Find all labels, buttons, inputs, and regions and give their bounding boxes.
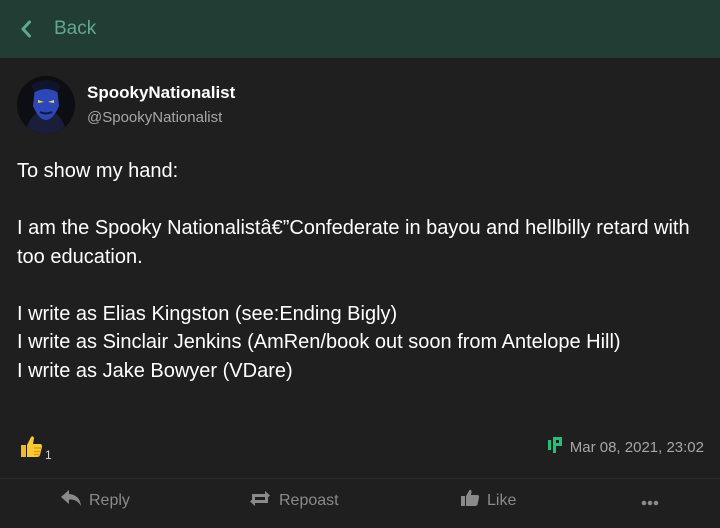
more-options-button[interactable]	[641, 493, 659, 511]
post-line: I write as Jake Bowyer (VDare)	[17, 359, 293, 382]
post-line: I write as Sinclair Jenkins (AmRen/book …	[17, 331, 621, 353]
post-line: To show my hand:	[17, 160, 179, 182]
repost-label: Repoast	[279, 491, 339, 509]
gab-app-icon	[546, 436, 564, 459]
display-name[interactable]: SpookyNationalist	[87, 82, 235, 104]
reply-icon	[60, 489, 82, 512]
post-body: To show my hand: I am the Spooky Nationa…	[17, 157, 707, 385]
back-label: Back	[54, 18, 97, 39]
avatar[interactable]	[17, 76, 75, 134]
reply-button[interactable]: Reply	[60, 489, 130, 512]
post-timestamp[interactable]: Mar 08, 2021, 23:02	[570, 439, 704, 456]
repost-button[interactable]: Repoast	[248, 489, 339, 512]
post-line: I write as Elias Kingston (see:Ending Bi…	[17, 302, 398, 325]
post-line: I am the Spooky Nationalistâ€”Confederat…	[17, 217, 690, 268]
action-bar: Reply Repoast Like	[0, 479, 720, 528]
post-meta: Mar 08, 2021, 23:02	[546, 436, 704, 459]
more-dots-icon	[641, 493, 659, 511]
like-label: Like	[487, 491, 517, 509]
reply-label: Reply	[89, 491, 130, 509]
top-bar: Back	[0, 0, 720, 58]
back-button[interactable]: Back	[20, 18, 96, 40]
repost-icon	[248, 489, 272, 512]
post-header: SpookyNationalist @SpookyNationalist	[17, 76, 235, 134]
like-button[interactable]: Like	[460, 489, 516, 512]
thumbs-up-icon	[460, 489, 480, 512]
chevron-left-icon	[20, 20, 32, 38]
reaction-count: 1	[45, 448, 52, 462]
thumbs-up-emoji-icon	[18, 433, 44, 464]
reaction-summary[interactable]: 1	[18, 433, 52, 464]
user-handle[interactable]: @SpookyNationalist	[87, 107, 235, 129]
